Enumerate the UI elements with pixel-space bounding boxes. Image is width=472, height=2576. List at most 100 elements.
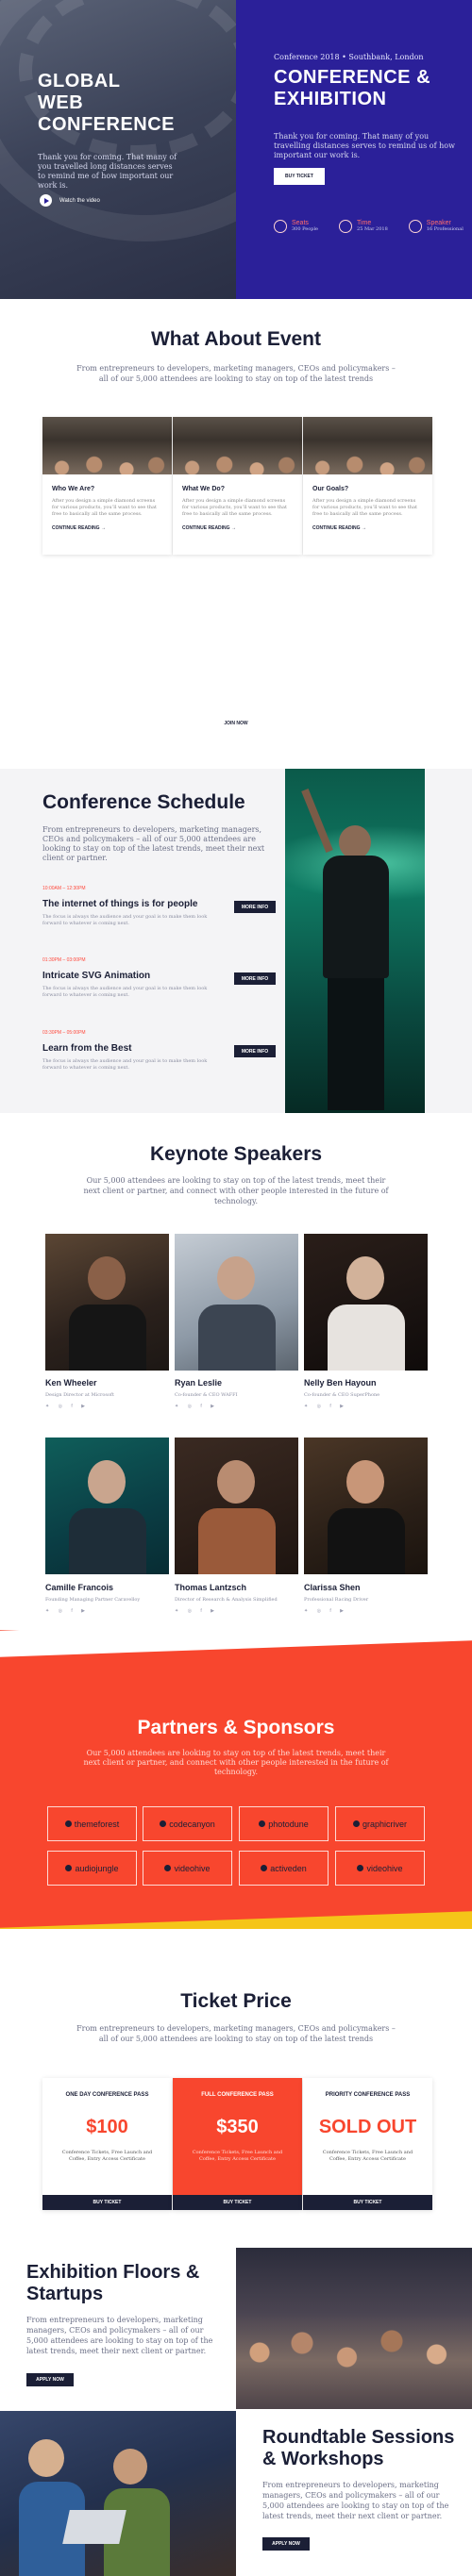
schedule-title: Conference Schedule xyxy=(42,791,245,813)
schedule-item: 03:30PM – 05:00PM Learn from the Best Th… xyxy=(42,1030,278,1072)
partner-logo[interactable]: audiojungle xyxy=(47,1851,137,1886)
exhibition-title: Exhibition Floors & Startups xyxy=(26,2262,225,2305)
card-text: After you design a simple diamond screen… xyxy=(182,498,288,517)
join-now-link[interactable]: JOIN NOW xyxy=(217,721,255,726)
hero-right-text: Thank you for coming. That many of you t… xyxy=(274,132,455,159)
speaker-face xyxy=(88,1256,126,1300)
stat-seats: Seats 300 People xyxy=(274,220,318,233)
continue-reading-link[interactable]: CONTINUE READING → xyxy=(52,525,162,531)
apply-now-button[interactable]: APPLY NOW xyxy=(26,2373,74,2386)
partner-logo[interactable]: codecanyon xyxy=(143,1806,232,1841)
performer-photo xyxy=(285,769,425,1113)
logo-mark-icon xyxy=(64,1820,72,1827)
attendee-head xyxy=(113,2449,147,2485)
more-info-button[interactable]: MORE INFO xyxy=(234,972,276,985)
speaker-social-icons[interactable]: ✦ ◎ f ▶ xyxy=(175,1404,218,1409)
roundtable-title-line: Roundtable Sessions xyxy=(262,2427,455,2448)
partner-logo[interactable]: themeforest xyxy=(47,1806,137,1841)
stat-value: 300 People xyxy=(292,226,319,232)
logo-mark-icon xyxy=(259,1820,266,1827)
speaker-face xyxy=(217,1256,255,1300)
ticket-card-featured: FULL CONFERENCE PASS $350 Conference Tic… xyxy=(173,2078,302,2210)
speaker-name: Ryan Leslie xyxy=(175,1378,223,1388)
partner-logo-text: photodune xyxy=(268,1819,309,1829)
crowd-heads xyxy=(236,2315,472,2409)
stat-label: Time xyxy=(357,220,372,226)
schedule-item: 10:00AM – 12:30PM The internet of things… xyxy=(42,886,278,927)
card-text: After you design a simple diamond screen… xyxy=(52,498,158,517)
hero-section: GLOBAL WEB CONFERENCE Thank you for comi… xyxy=(0,0,472,299)
more-info-button[interactable]: MORE INFO xyxy=(234,1045,276,1057)
hero-left-title: GLOBAL WEB CONFERENCE xyxy=(38,71,227,136)
schedule-item-text: The focus is always the audience and you… xyxy=(42,1058,208,1071)
card-title: Our Goals? xyxy=(312,486,349,492)
partner-logo[interactable]: videohive xyxy=(335,1851,425,1886)
speaker-photo xyxy=(175,1438,298,1574)
play-icon xyxy=(40,194,52,207)
partner-logo-text: themeforest xyxy=(74,1819,120,1829)
buy-ticket-button[interactable]: BUY TICKET xyxy=(303,2195,432,2210)
partner-logo[interactable]: videohive xyxy=(143,1851,232,1886)
more-info-button[interactable]: MORE INFO xyxy=(234,901,276,913)
partner-logo-text: videohive xyxy=(174,1863,211,1873)
stat-label: Seats xyxy=(292,220,309,226)
ticket-name: ONE DAY CONFERENCE PASS xyxy=(65,2092,149,2098)
about-subtitle: From entrepreneurs to developers, market… xyxy=(76,364,396,383)
speaker-photo xyxy=(45,1234,169,1371)
speaker-social-icons[interactable]: ✦ ◎ f ▶ xyxy=(45,1404,89,1409)
ticket-card: PRIORITY CONFERENCE PASS SOLD OUT Confer… xyxy=(303,2078,432,2210)
stat-label: Speaker xyxy=(426,220,451,226)
watch-video-label: Watch the video xyxy=(59,197,100,204)
speaker-photo xyxy=(304,1234,428,1371)
continue-reading-link[interactable]: CONTINUE READING → xyxy=(182,525,293,531)
hero-right-title-line: EXHIBITION xyxy=(274,89,387,109)
watch-video-link[interactable]: Watch the video xyxy=(40,194,100,207)
workshop-photo xyxy=(0,2411,236,2576)
tickets-subtitle: From entrepreneurs to developers, market… xyxy=(76,2024,396,2043)
hero-left-text: Thank you for coming. That many of you t… xyxy=(38,153,177,190)
card-title: What We Do? xyxy=(182,486,225,492)
card-image xyxy=(173,417,302,474)
logo-mark-icon xyxy=(160,1820,167,1827)
speaker-shirt xyxy=(69,1508,146,1574)
speaker-shirt xyxy=(69,1305,146,1371)
ticket-price: $100 xyxy=(86,2117,128,2137)
speakers-title: Keynote Speakers xyxy=(149,1143,323,1165)
buy-ticket-button[interactable]: BUY TICKET xyxy=(42,2195,172,2210)
about-card: Our Goals? After you design a simple dia… xyxy=(303,417,432,555)
speaker-role: Co-founder & CEO SuperPhone xyxy=(304,1392,380,1398)
roundtable-text: From entrepreneurs to developers, market… xyxy=(262,2481,449,2520)
exhibition-title-line: Startups xyxy=(26,2284,104,2304)
logo-mark-icon xyxy=(65,1865,73,1871)
speaker-role: Co-founder & CEO WAFFI xyxy=(175,1392,238,1398)
event-meta: Conference 2018 • Southbank, London xyxy=(274,53,424,61)
partner-logo-text: graphicriver xyxy=(362,1819,408,1829)
speaker-photo xyxy=(304,1438,428,1574)
speaker-social-icons[interactable]: ✦ ◎ f ▶ xyxy=(45,1608,89,1614)
partner-logo-text: activeden xyxy=(270,1863,307,1873)
laptop xyxy=(62,2510,126,2544)
buy-ticket-button[interactable]: BUY TICKET xyxy=(173,2195,302,2210)
performer-head xyxy=(339,825,371,859)
about-title: What About Event xyxy=(150,328,322,350)
ticket-price: $350 xyxy=(216,2117,259,2137)
exhibition-crowd-photo xyxy=(236,2248,472,2409)
partner-logo[interactable]: photodune xyxy=(239,1806,329,1841)
logo-mark-icon xyxy=(164,1865,172,1871)
partners-subtitle: Our 5,000 attendees are looking to stay … xyxy=(83,1749,389,1776)
hero-left-title-line: WEB xyxy=(38,92,84,113)
partner-logo[interactable]: activeden xyxy=(239,1851,329,1886)
speaker-social-icons[interactable]: ✦ ◎ f ▶ xyxy=(175,1608,218,1614)
buy-ticket-button[interactable]: BUY TICKET xyxy=(274,168,325,185)
speaker-social-icons[interactable]: ✦ ◎ f ▶ xyxy=(304,1404,347,1409)
user-icon xyxy=(274,220,287,233)
exhibition-title-line: Exhibition Floors & xyxy=(26,2262,200,2283)
performer-legs xyxy=(328,978,384,1110)
partner-logo[interactable]: graphicriver xyxy=(335,1806,425,1841)
speaker-social-icons[interactable]: ✦ ◎ f ▶ xyxy=(304,1608,347,1614)
speaker-photo xyxy=(175,1234,298,1371)
continue-reading-link[interactable]: CONTINUE READING → xyxy=(312,525,423,531)
schedule-item-text: The focus is always the audience and you… xyxy=(42,986,208,998)
speaker-role: Founding Managing Partner Caravelloy xyxy=(45,1597,141,1603)
apply-now-button[interactable]: APPLY NOW xyxy=(262,2537,310,2551)
